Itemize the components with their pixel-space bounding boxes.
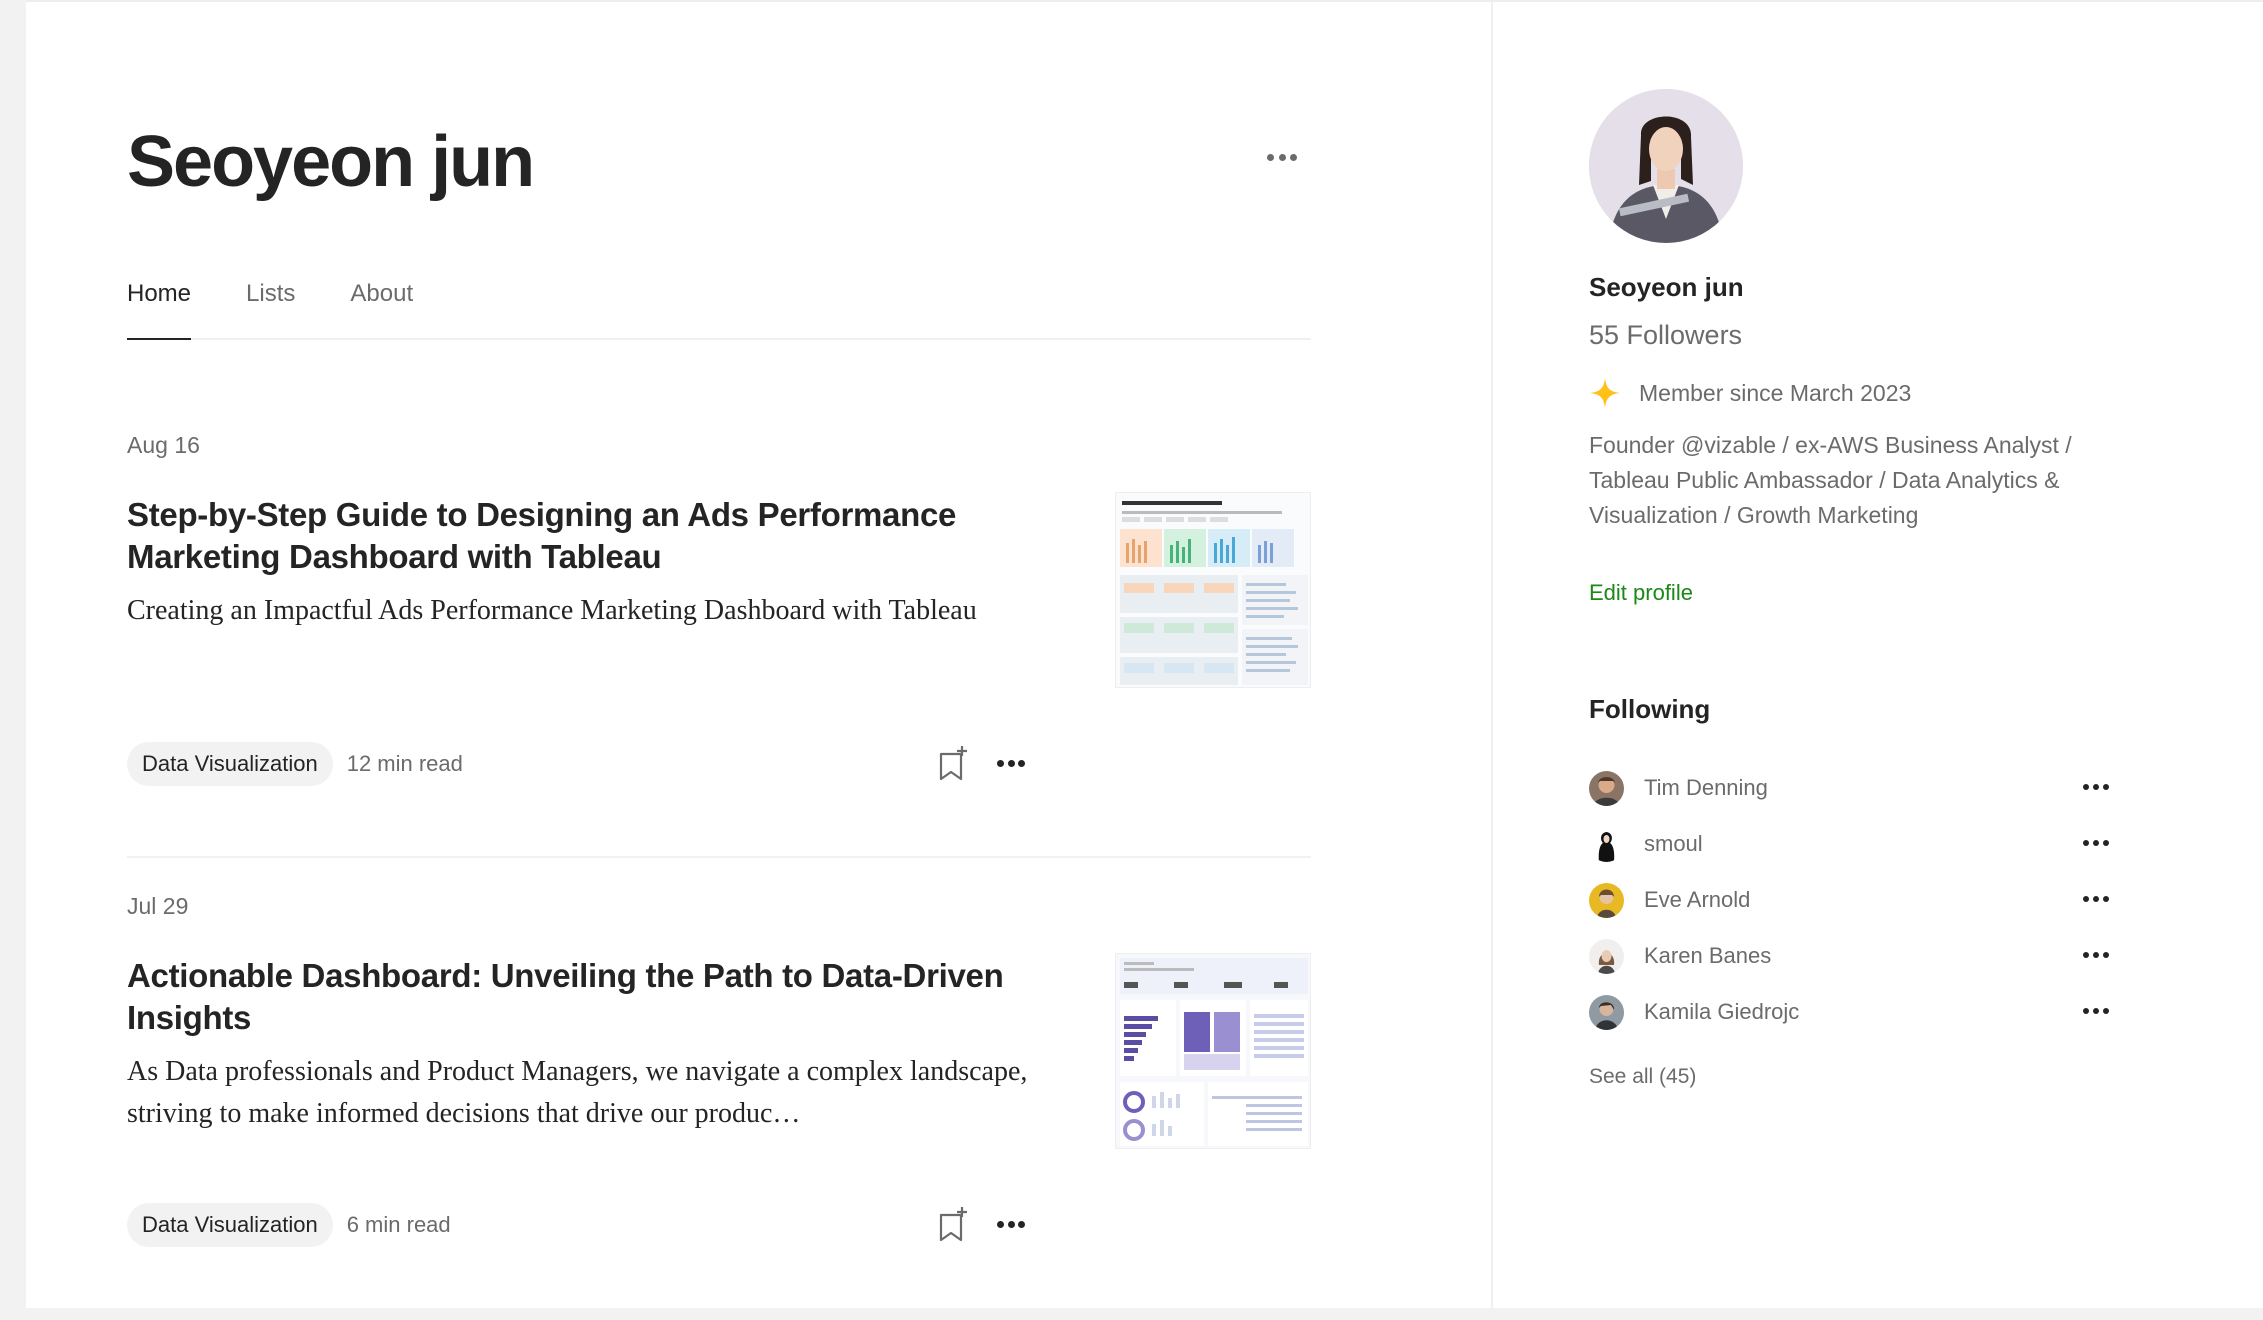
following-name[interactable]: Eve Arnold	[1644, 887, 1750, 913]
tab-home[interactable]: Home	[127, 272, 192, 340]
following-name[interactable]: Tim Denning	[1644, 775, 1768, 801]
see-all-following-link[interactable]: See all (45)	[1589, 1065, 1696, 1089]
following-item[interactable]: Kamila Giedrojc	[1589, 984, 2109, 1040]
tab-about[interactable]: About	[350, 272, 413, 340]
article-tag[interactable]: Data Visualization	[127, 1203, 333, 1247]
following-more-options-icon[interactable]	[2083, 896, 2109, 904]
member-since-text: Member since March 2023	[1639, 379, 1912, 406]
bookmark-add-icon[interactable]	[937, 1205, 969, 1243]
following-item[interactable]: smoul	[1589, 816, 2109, 872]
member-since: Member since March 2023	[1589, 377, 1911, 409]
article-more-options-icon[interactable]	[997, 1220, 1025, 1229]
profile-bio: Founder @vizable / ex-AWS Business Analy…	[1589, 432, 2072, 528]
following-more-options-icon[interactable]	[2083, 1008, 2109, 1016]
article-thumbnail-dashboard[interactable]	[1115, 953, 1311, 1149]
sidebar-profile-name[interactable]: Seoyeon jun	[1589, 272, 1744, 303]
following-item[interactable]: Karen Banes	[1589, 928, 2109, 984]
divider	[127, 856, 1311, 858]
following-list: Tim Denning smoul Eve Arnold Karen Banes…	[1589, 760, 2109, 1040]
avatar	[1589, 994, 1624, 1030]
following-heading: Following	[1589, 694, 1711, 724]
article-date: Jul 29	[127, 893, 189, 919]
profile-sidebar: Seoyeon jun 55 Followers Member since Ma…	[1491, 2, 2263, 1310]
article-card[interactable]: Aug 16 Step-by-Step Guide to Designing a…	[127, 432, 1311, 872]
avatar	[1589, 770, 1624, 806]
sparkle-star-icon	[1590, 378, 1620, 408]
article-meta: Data Visualization 6 min read	[127, 1203, 451, 1247]
following-item[interactable]: Tim Denning	[1589, 760, 2109, 816]
article-subtitle[interactable]: As Data professionals and Product Manage…	[127, 1051, 1037, 1135]
article-more-options-icon[interactable]	[997, 759, 1025, 768]
article-card[interactable]: Jul 29 Actionable Dashboard: Unveiling t…	[127, 893, 1311, 1320]
read-time: 6 min read	[346, 1212, 451, 1237]
following-name[interactable]: Kamila Giedrojc	[1644, 999, 1799, 1025]
bookmark-add-icon[interactable]	[937, 744, 969, 782]
browser-page: Seoyeon jun Home Lists About Aug 16 Step…	[26, 0, 2263, 1310]
main-column: Seoyeon jun Home Lists About Aug 16 Step…	[26, 2, 1491, 1310]
followers-count[interactable]: 55 Followers	[1589, 320, 1742, 351]
avatar	[1589, 938, 1624, 974]
article-title[interactable]: Step-by-Step Guide to Designing an Ads P…	[127, 494, 1027, 578]
profile-more-options-icon[interactable]	[1267, 152, 1297, 162]
article-tag[interactable]: Data Visualization	[127, 742, 333, 786]
following-more-options-icon[interactable]	[2083, 840, 2109, 848]
following-name[interactable]: Karen Banes	[1644, 943, 1771, 969]
article-title[interactable]: Actionable Dashboard: Unveiling the Path…	[127, 955, 1027, 1039]
article-date: Aug 16	[127, 432, 200, 458]
following-name[interactable]: smoul	[1644, 831, 1703, 857]
profile-tabs: Home Lists About	[127, 272, 1311, 340]
page-title: Seoyeon jun	[127, 122, 535, 202]
profile-avatar[interactable]	[1589, 89, 1743, 243]
article-subtitle[interactable]: Creating an Impactful Ads Performance Ma…	[127, 590, 1037, 632]
following-more-options-icon[interactable]	[2083, 952, 2109, 960]
following-item[interactable]: Eve Arnold	[1589, 872, 2109, 928]
read-time: 12 min read	[346, 751, 463, 776]
following-more-options-icon[interactable]	[2083, 784, 2109, 792]
article-thumbnail-dashboard[interactable]	[1115, 492, 1311, 688]
avatar	[1589, 826, 1624, 862]
article-meta: Data Visualization 12 min read	[127, 742, 463, 786]
tab-lists[interactable]: Lists	[246, 272, 295, 340]
edit-profile-link[interactable]: Edit profile	[1589, 580, 1693, 606]
avatar	[1589, 882, 1624, 918]
